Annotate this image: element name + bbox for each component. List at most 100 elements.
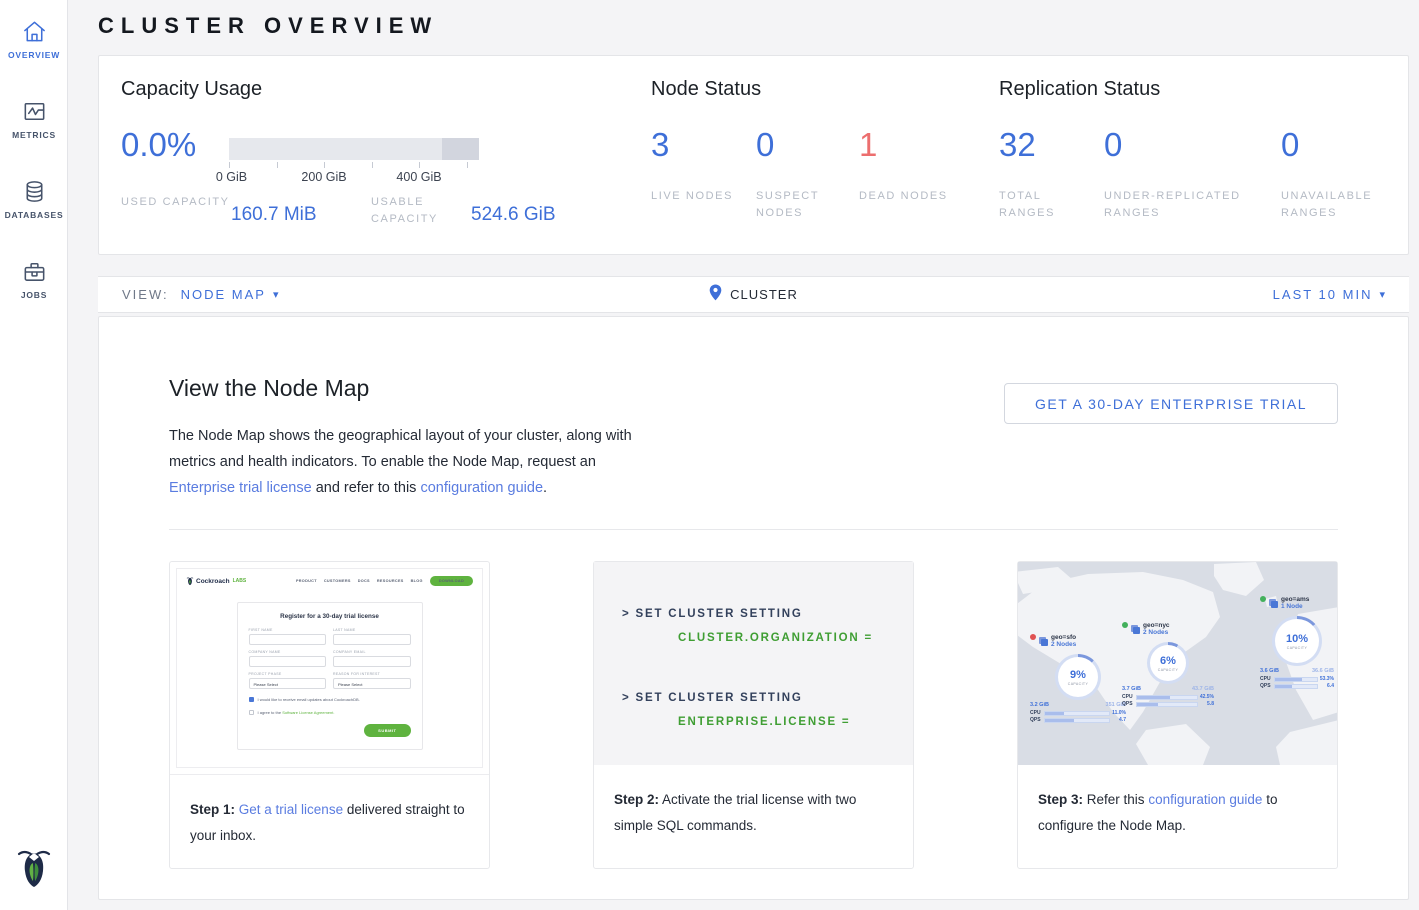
qps-bar bbox=[1274, 684, 1318, 689]
step3-caption: Step 3: Refer this configuration guide t… bbox=[1018, 765, 1337, 868]
live-nodes-label: LIVE NODES bbox=[651, 188, 741, 205]
text-input bbox=[249, 634, 327, 645]
dead-nodes-label: DEAD NODES bbox=[859, 188, 949, 205]
checkbox-label: I agree to the bbox=[258, 710, 282, 715]
checkbox-checked bbox=[249, 697, 254, 702]
region-node-count: 2 Nodes bbox=[1051, 641, 1076, 648]
sidebar-item-label: JOBS bbox=[0, 290, 68, 300]
capacity-used: 3.6 GiB bbox=[1260, 668, 1279, 674]
description-text: . bbox=[543, 480, 547, 496]
region-name: geo=nyc bbox=[1143, 622, 1170, 629]
location-value: CLUSTER bbox=[730, 287, 798, 302]
live-nodes-value: 3 bbox=[651, 126, 669, 164]
text-input bbox=[333, 656, 411, 667]
sql-command: > SET CLUSTER SETTING bbox=[622, 602, 913, 626]
step2-card: > SET CLUSTER SETTING CLUSTER.ORGANIZATI… bbox=[593, 561, 914, 869]
home-icon bbox=[0, 18, 68, 45]
cpu-label: CPU bbox=[1030, 710, 1042, 716]
capacity-axis-ticks bbox=[229, 162, 479, 170]
capacity-bar bbox=[229, 138, 479, 160]
capacity-percent: 0.0% bbox=[121, 126, 196, 164]
capacity-label: CAPACITY bbox=[1158, 668, 1178, 672]
capacity-usage-title: Capacity Usage bbox=[121, 78, 262, 101]
get-trial-license-link[interactable]: Get a trial license bbox=[239, 802, 343, 817]
node-icon bbox=[1038, 634, 1049, 652]
replication-status-title: Replication Status bbox=[999, 78, 1160, 101]
step-number: Step 2: bbox=[614, 792, 659, 807]
main-content: CLUSTER OVERVIEW Capacity Usage 0.0% 0 G… bbox=[68, 0, 1419, 910]
sidebar-item-label: METRICS bbox=[0, 130, 68, 140]
map-pin-icon bbox=[709, 284, 722, 306]
dead-nodes-value: 1 bbox=[859, 126, 877, 164]
qps-value: 6.4 bbox=[1320, 683, 1334, 689]
node-status-dot-red bbox=[1030, 634, 1036, 640]
location-breadcrumb: CLUSTER bbox=[98, 284, 1409, 306]
cpu-value: 42.5% bbox=[1200, 694, 1214, 700]
nav-item: BLOG bbox=[411, 579, 423, 583]
region-name: geo=sfo bbox=[1051, 634, 1076, 641]
unavailable-ranges-label: UNAVAILABLE RANGES bbox=[1281, 188, 1401, 222]
field-label: LAST NAME bbox=[333, 628, 411, 632]
field-label: COMPANY NAME bbox=[249, 650, 327, 654]
cpu-value: 11.0% bbox=[1112, 710, 1126, 716]
cpu-value: 53.3% bbox=[1320, 676, 1334, 682]
qps-bar bbox=[1136, 702, 1198, 707]
cpu-bar bbox=[1044, 711, 1110, 716]
qps-value: 5.8 bbox=[1200, 701, 1214, 707]
databases-icon bbox=[0, 178, 68, 205]
field-label: FIRST NAME bbox=[249, 628, 327, 632]
step1-screenshot: Cockroach LABS PRODUCT CUSTOMERS DOCS RE… bbox=[170, 562, 489, 774]
section-divider bbox=[169, 529, 1338, 530]
qps-value: 4.7 bbox=[1112, 717, 1126, 723]
logo-text: Cockroach bbox=[196, 578, 230, 585]
cluster-summary-card: Capacity Usage 0.0% 0 GiB 200 GiB 400 Gi… bbox=[98, 55, 1409, 255]
submit-button: SUBMIT bbox=[364, 724, 410, 737]
configuration-guide-link[interactable]: configuration guide bbox=[1148, 792, 1262, 807]
qps-label: QPS bbox=[1260, 683, 1272, 689]
node-map-card: View the Node Map The Node Map shows the… bbox=[98, 316, 1409, 900]
sidebar-item-overview[interactable]: OVERVIEW bbox=[0, 0, 68, 80]
step1-caption: Step 1: Get a trial license delivered st… bbox=[170, 774, 489, 868]
sidebar-item-metrics[interactable]: METRICS bbox=[0, 80, 68, 160]
suspect-nodes-value: 0 bbox=[756, 126, 774, 164]
mini-site-screenshot: Cockroach LABS PRODUCT CUSTOMERS DOCS RE… bbox=[176, 568, 483, 768]
enterprise-trial-license-link[interactable]: Enterprise trial license bbox=[169, 480, 312, 496]
step3-map-preview: geo=sfo 2 Nodes 9% CAPACITY bbox=[1018, 562, 1337, 765]
region-node-count: 2 Nodes bbox=[1143, 629, 1170, 636]
cockroach-labs-logo: Cockroach LABS bbox=[186, 576, 246, 586]
region-widget-sfo: geo=sfo 2 Nodes 9% CAPACITY bbox=[1028, 634, 1128, 724]
capacity-label: CAPACITY bbox=[1068, 682, 1088, 686]
node-map-title: View the Node Map bbox=[169, 375, 369, 402]
nav-item: DOCS bbox=[358, 579, 370, 583]
field-label: REASON FOR INTEREST bbox=[333, 672, 411, 676]
steps-row: Cockroach LABS PRODUCT CUSTOMERS DOCS RE… bbox=[169, 561, 1338, 869]
tick-label: 400 GiB bbox=[396, 170, 441, 184]
qps-bar bbox=[1044, 718, 1110, 723]
jobs-icon bbox=[0, 258, 68, 285]
metrics-icon bbox=[0, 98, 68, 125]
enterprise-trial-button[interactable]: GET A 30-DAY ENTERPRISE TRIAL bbox=[1004, 383, 1338, 424]
used-capacity-value: 160.7 MiB bbox=[231, 204, 317, 226]
sidebar-item-databases[interactable]: DATABASES bbox=[0, 160, 68, 240]
configuration-guide-link[interactable]: configuration guide bbox=[420, 480, 543, 496]
capacity-donut: 6% CAPACITY bbox=[1147, 642, 1189, 684]
qps-label: QPS bbox=[1030, 717, 1042, 723]
sidebar-item-label: OVERVIEW bbox=[0, 50, 68, 60]
step2-sql-panel: > SET CLUSTER SETTING CLUSTER.ORGANIZATI… bbox=[594, 562, 913, 765]
select-input: Please Select bbox=[333, 678, 411, 689]
capacity-donut: 9% CAPACITY bbox=[1055, 654, 1101, 700]
node-status-title: Node Status bbox=[651, 78, 761, 101]
under-replicated-label: UNDER-REPLICATED RANGES bbox=[1104, 188, 1264, 222]
page-title: CLUSTER OVERVIEW bbox=[98, 13, 438, 39]
download-button: DOWNLOAD bbox=[430, 576, 473, 586]
nav-item: PRODUCT bbox=[296, 579, 317, 583]
sidebar-item-jobs[interactable]: JOBS bbox=[0, 240, 68, 320]
field-label: PROJECT PHASE bbox=[249, 672, 327, 676]
capacity-gauge: 0 GiB 200 GiB 400 GiB bbox=[229, 138, 479, 184]
region-node-count: 1 Node bbox=[1281, 603, 1309, 610]
usable-capacity-label: USABLE CAPACITY bbox=[371, 194, 481, 228]
trial-license-form: Register for a 30-day trial license FIRS… bbox=[237, 602, 423, 750]
region-widget-nyc: geo=nyc 2 Nodes 6% CAPACITY bbox=[1120, 622, 1216, 708]
under-replicated-value: 0 bbox=[1104, 126, 1122, 164]
qps-label: QPS bbox=[1122, 701, 1134, 707]
